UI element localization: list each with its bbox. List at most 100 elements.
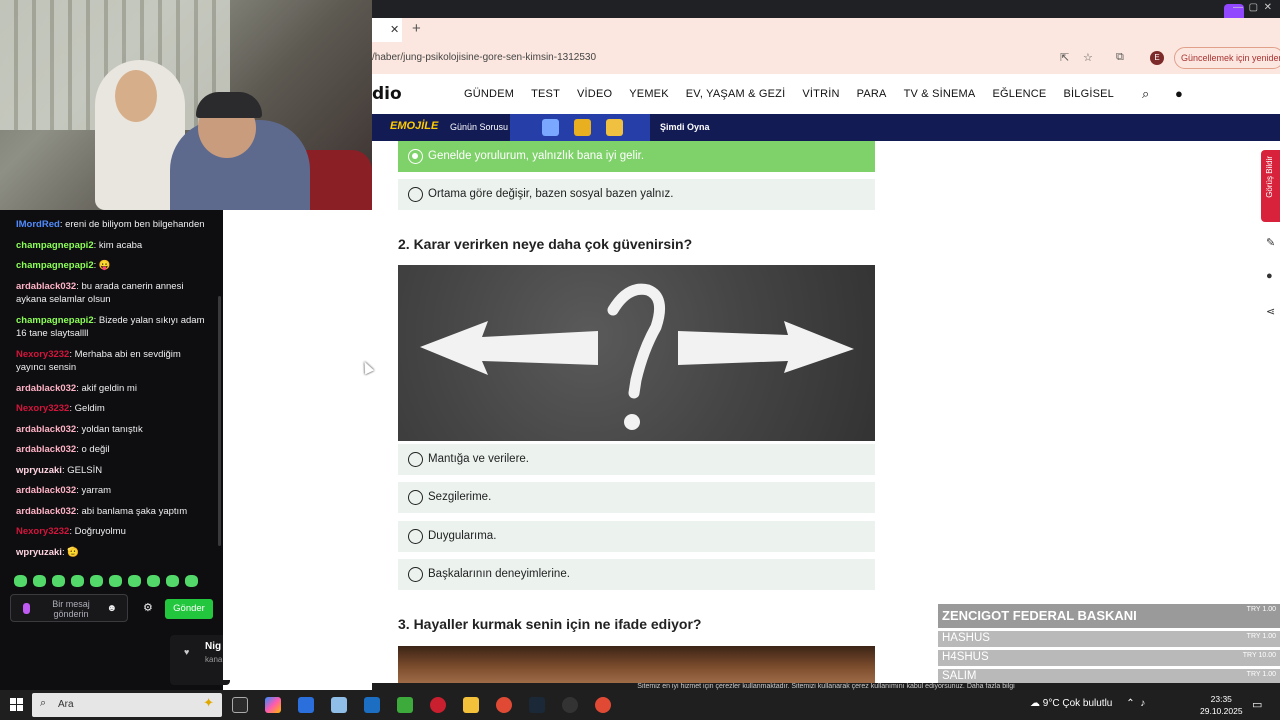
search-icon[interactable]: ⌕ bbox=[1142, 86, 1149, 102]
taskbar-search[interactable]: ⌕ Ara ✦ bbox=[32, 693, 222, 717]
emote-icon[interactable] bbox=[185, 575, 198, 587]
promo-play-link[interactable]: Şimdi Oyna bbox=[660, 122, 710, 132]
q1-option[interactable]: Ortama göre değişir, bazen sosyal bazen … bbox=[398, 179, 875, 210]
chat-username[interactable]: champagnepapi2 bbox=[16, 240, 94, 251]
xbox-icon[interactable] bbox=[397, 697, 413, 713]
emote-icon[interactable] bbox=[90, 575, 103, 587]
system-tray[interactable]: ☁ 9°C Çok bulutlu ⌃ ♪ bbox=[1030, 698, 1145, 709]
steam-icon[interactable] bbox=[529, 697, 545, 713]
chat-username[interactable]: ardablack032 bbox=[16, 383, 76, 394]
nav-item[interactable]: TEST bbox=[531, 88, 560, 100]
chat-message: IMordRed: ereni de biliyom ben bilgehand… bbox=[16, 219, 205, 230]
task-view-icon[interactable] bbox=[232, 697, 248, 713]
emote-icon[interactable] bbox=[109, 575, 122, 587]
chat-text: GELSİN bbox=[67, 464, 103, 476]
main-nav: GÜNDEM TEST VİDEO YEMEK EV, YAŞAM & GEZİ VİTR… bbox=[464, 88, 1131, 100]
question-2-image bbox=[398, 265, 875, 441]
url-field[interactable]: /haber/jung-psikolojisine-gore-sen-kimsi… bbox=[372, 52, 596, 63]
obs-icon[interactable] bbox=[562, 697, 578, 713]
nav-item[interactable]: PARA bbox=[857, 88, 887, 100]
chat-username[interactable]: Nexory3232 bbox=[16, 349, 69, 360]
emoji-picker-icon[interactable]: ☻ bbox=[106, 603, 117, 614]
chat-username[interactable]: ardablack032 bbox=[16, 424, 76, 435]
radio-icon[interactable] bbox=[408, 187, 423, 202]
chrome-icon[interactable] bbox=[496, 697, 512, 713]
emote-icon[interactable] bbox=[71, 575, 84, 587]
nav-item[interactable]: VİDEO bbox=[577, 88, 612, 100]
feedback-side-tab[interactable]: Görüş Bildir bbox=[1261, 150, 1280, 222]
radio-icon[interactable] bbox=[408, 529, 423, 544]
chat-message-input[interactable]: Bir mesaj gönderin ☻ bbox=[10, 594, 128, 622]
nav-item[interactable]: VİTRİN bbox=[802, 88, 839, 100]
q2-option[interactable]: Duygularıma. bbox=[398, 521, 875, 552]
nav-item[interactable]: YEMEK bbox=[629, 88, 669, 100]
chat-send-button[interactable]: Gönder bbox=[165, 599, 213, 619]
store-icon[interactable] bbox=[298, 697, 314, 713]
install-app-icon[interactable]: ⇱ bbox=[1060, 51, 1069, 64]
emote-icon[interactable] bbox=[147, 575, 160, 587]
chat-username[interactable]: ardablack032 bbox=[16, 444, 76, 455]
opera-icon[interactable] bbox=[430, 697, 446, 713]
nav-item[interactable]: GÜNDEM bbox=[464, 88, 514, 100]
volume-icon[interactable]: ♪ bbox=[1140, 698, 1145, 709]
user-icon[interactable]: ● bbox=[1175, 86, 1183, 101]
chat-scrollbar[interactable] bbox=[218, 296, 221, 546]
new-tab-icon[interactable]: + bbox=[412, 20, 421, 37]
chat-username[interactable]: champagnepapi2 bbox=[16, 315, 94, 326]
windows-start-icon[interactable] bbox=[10, 698, 23, 711]
comment-icon[interactable]: ✎ bbox=[1266, 236, 1275, 249]
chat-username[interactable]: wpryuzaki bbox=[16, 465, 62, 476]
nav-item[interactable]: TV & SİNEMA bbox=[904, 88, 976, 100]
chat-message: champagnepapi2: kim acaba bbox=[16, 239, 143, 251]
share-icon[interactable]: ⋖ bbox=[1266, 305, 1275, 318]
chat-username[interactable]: IMordRed bbox=[16, 219, 60, 230]
chat-username[interactable]: Nexory3232 bbox=[16, 403, 69, 414]
tray-overflow-icon[interactable]: ⌃ bbox=[1126, 698, 1134, 709]
chat-bubble-icon[interactable]: ● bbox=[1266, 270, 1273, 282]
browser-tab[interactable]: ✕ bbox=[372, 18, 402, 42]
site-logo[interactable]: dio bbox=[372, 84, 402, 104]
cookie-notice: Sitemiz en iyi hizmet için çerezler kull… bbox=[372, 683, 1280, 690]
chrome-active-icon[interactable] bbox=[595, 697, 611, 713]
emote-icon[interactable] bbox=[128, 575, 141, 587]
chat-username[interactable]: wpryuzaki bbox=[16, 547, 62, 558]
outlook-icon[interactable] bbox=[364, 697, 380, 713]
radio-icon[interactable] bbox=[408, 567, 423, 582]
copilot-icon[interactable] bbox=[265, 697, 281, 713]
chat-username[interactable]: ardablack032 bbox=[16, 281, 76, 292]
chat-message: ardablack032: yoldan tanıştık bbox=[16, 423, 143, 435]
window-controls[interactable]: — ▢ ✕ bbox=[1233, 2, 1272, 13]
microphone-icon[interactable] bbox=[23, 603, 30, 614]
q2-option[interactable]: Sezgilerime. bbox=[398, 482, 875, 513]
radio-selected-icon[interactable] bbox=[408, 149, 423, 164]
chat-settings-gear-icon[interactable]: ⚙ bbox=[143, 601, 153, 614]
nav-item[interactable]: EV, YAŞAM & GEZİ bbox=[686, 88, 786, 100]
nav-item[interactable]: EĞLENCE bbox=[992, 88, 1046, 100]
chat-username[interactable]: Nexory3232 bbox=[16, 526, 69, 537]
nav-item[interactable]: BİLGİSEL bbox=[1063, 88, 1114, 100]
update-button[interactable]: Güncellemek için yeniden başlat bbox=[1174, 47, 1280, 69]
close-tab-icon[interactable]: ✕ bbox=[390, 23, 399, 36]
emote-icon[interactable] bbox=[166, 575, 179, 587]
file-explorer-icon[interactable] bbox=[463, 697, 479, 713]
emote-icon[interactable] bbox=[14, 575, 27, 587]
chat-username[interactable]: ardablack032 bbox=[16, 485, 76, 496]
emote-icon[interactable] bbox=[52, 575, 65, 587]
chat-username[interactable]: ardablack032 bbox=[16, 506, 76, 517]
q2-option[interactable]: Mantığa ve verilere. bbox=[398, 444, 875, 475]
radio-icon[interactable] bbox=[408, 490, 423, 505]
notification-center-icon[interactable]: ▭ bbox=[1252, 698, 1262, 711]
chat-text: Geldim bbox=[74, 403, 105, 414]
promo-banner[interactable]: EMOJİLE Günün Sorusu Şimdi Oyna bbox=[372, 114, 1280, 141]
taskbar-clock[interactable]: 23:35 29.10.2025 bbox=[1200, 693, 1243, 717]
profile-avatar[interactable]: E bbox=[1150, 51, 1164, 65]
q2-option[interactable]: Başkalarının deneyimlerine. bbox=[398, 559, 875, 590]
radio-icon[interactable] bbox=[408, 452, 423, 467]
extensions-icon[interactable]: ⧉ bbox=[1116, 51, 1124, 64]
chat-username[interactable]: champagnepapi2 bbox=[16, 260, 94, 271]
emote-icon[interactable] bbox=[33, 575, 46, 587]
donation-amount: TRY 1.00 bbox=[1246, 606, 1276, 613]
app-icon[interactable] bbox=[331, 697, 347, 713]
q1-option[interactable]: Genelde yorulurum, yalnızlık bana iyi ge… bbox=[398, 141, 875, 172]
bookmark-star-icon[interactable]: ☆ bbox=[1083, 51, 1093, 64]
